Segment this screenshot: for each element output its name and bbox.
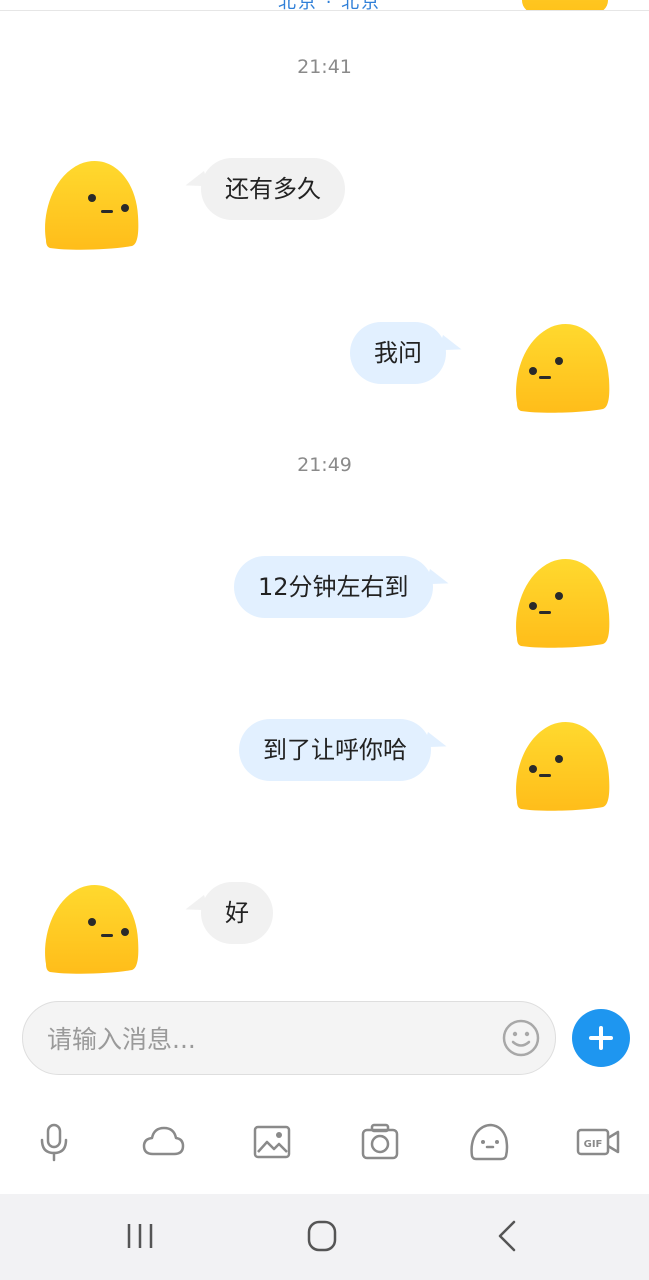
emoji-picker-icon[interactable]	[501, 1018, 541, 1058]
message-input[interactable]	[45, 1002, 499, 1076]
partial-avatar	[522, 0, 608, 10]
message-timestamp: 21:41	[297, 56, 352, 78]
message-timestamp: 21:49	[297, 454, 352, 476]
cloud-icon[interactable]	[141, 1120, 185, 1164]
header-partial-text: 北京 · 北京	[278, 0, 382, 11]
my-avatar[interactable]	[511, 321, 611, 413]
my-avatar[interactable]	[511, 556, 611, 648]
message-input-container[interactable]	[22, 1001, 556, 1076]
more-options-button[interactable]	[572, 1009, 630, 1067]
contact-avatar[interactable]	[40, 882, 140, 974]
plus-icon	[589, 1026, 613, 1050]
gif-label: GIF	[584, 1139, 603, 1150]
image-icon[interactable]	[250, 1120, 294, 1164]
incoming-message-bubble[interactable]: 好	[201, 882, 273, 944]
outgoing-message-bubble[interactable]: 12分钟左右到	[234, 556, 433, 618]
outgoing-message-bubble[interactable]: 我问	[350, 322, 446, 384]
back-icon[interactable]	[482, 1214, 530, 1260]
microphone-icon[interactable]	[32, 1120, 76, 1164]
contact-avatar[interactable]	[40, 158, 140, 250]
home-icon[interactable]	[298, 1214, 346, 1260]
camera-icon[interactable]	[358, 1120, 402, 1164]
chat-screen: 北京 · 北京 21:41 还有多久 我问 21:49 12分钟左右到 到了让呼…	[0, 0, 649, 1280]
gif-video-icon[interactable]: GIF	[576, 1120, 620, 1164]
recent-apps-icon[interactable]	[116, 1214, 164, 1260]
outgoing-message-bubble[interactable]: 到了让呼你哈	[239, 719, 431, 781]
my-avatar[interactable]	[511, 719, 611, 811]
incoming-message-bubble[interactable]: 还有多久	[201, 158, 345, 220]
emoji-icon[interactable]	[467, 1120, 511, 1164]
system-navigation-bar	[0, 1194, 649, 1280]
header-partial: 北京 · 北京	[0, 0, 649, 11]
